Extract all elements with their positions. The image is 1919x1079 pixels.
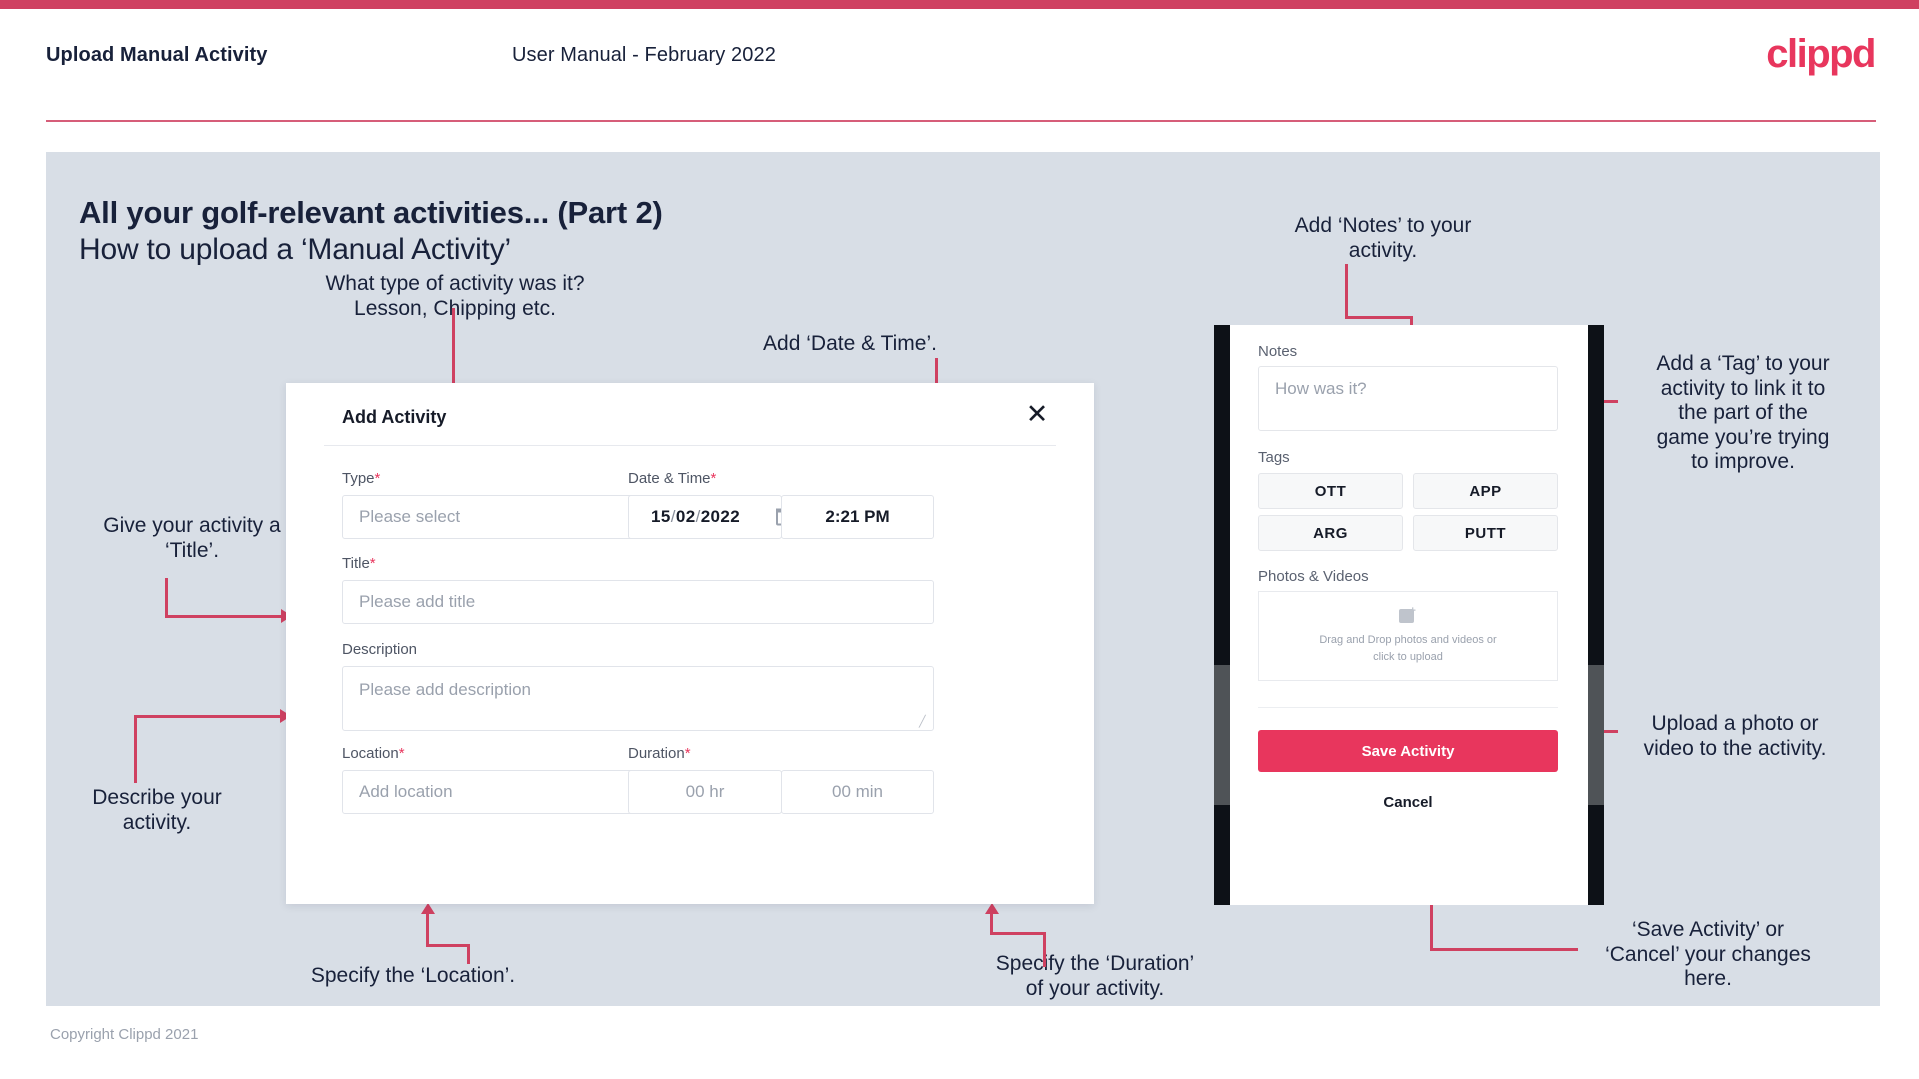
- arrow-dur-seg3: [990, 913, 993, 933]
- slide-title: All your golf-relevant activities... (Pa…: [79, 195, 663, 230]
- phone-power-button: [1588, 665, 1604, 805]
- title-required: *: [369, 555, 376, 572]
- arrow-loc-seg1: [467, 947, 470, 964]
- arrow-save-seg1: [1430, 948, 1578, 951]
- date-input[interactable]: 15/02/2022: [628, 495, 792, 539]
- title-label: Title*: [342, 555, 376, 572]
- description-placeholder: Please add description: [359, 680, 532, 699]
- annotation-save: ‘Save Activity’ or ‘Cancel’ your changes…: [1605, 918, 1811, 991]
- arrow-type-seg1: [452, 308, 455, 386]
- type-select[interactable]: Please select: [342, 495, 662, 539]
- time-input[interactable]: 2:21 PM: [781, 495, 934, 539]
- dialog-header: Add Activity ✕: [286, 383, 1094, 445]
- date-day: 15: [651, 507, 671, 526]
- arrow-desc-seg1: [134, 715, 137, 783]
- arrow-dur-head: [985, 903, 999, 914]
- type-label-text: Type: [342, 470, 375, 487]
- tags-label: Tags: [1258, 449, 1290, 466]
- date-month: 02: [675, 507, 696, 526]
- arrow-title-seg2: [165, 615, 283, 618]
- phone-divider: [1258, 707, 1558, 708]
- phone-right-bezel: [1588, 325, 1604, 905]
- location-placeholder: Add location: [359, 782, 453, 801]
- tag-button-arg[interactable]: ARG: [1258, 515, 1403, 551]
- copyright-text: Copyright Clippd 2021: [50, 1026, 199, 1043]
- save-activity-button[interactable]: Save Activity: [1258, 730, 1558, 772]
- description-textarea[interactable]: Please add description ╱: [342, 666, 934, 731]
- annotation-datetime: Add ‘Date & Time’.: [763, 332, 937, 355]
- phone-volume-buttons: [1214, 665, 1230, 805]
- duration-minutes-input[interactable]: 00 min: [781, 770, 934, 814]
- dropzone-line-2: click to upload: [1373, 650, 1443, 663]
- annotation-tags: Add a ‘Tag’ to your activity to link it …: [1656, 352, 1830, 474]
- notes-label: Notes: [1258, 343, 1298, 360]
- add-activity-dialog: Add Activity ✕ Type* Please select Date …: [286, 383, 1094, 904]
- tag-button-ott[interactable]: OTT: [1258, 473, 1403, 509]
- datetime-required: *: [710, 470, 717, 487]
- phone-screen: Notes How was it? Tags OTT APP ARG PUTT …: [1230, 325, 1588, 905]
- duration-label-text: Duration: [628, 745, 685, 762]
- arrow-loc-seg3: [426, 913, 429, 945]
- dialog-divider: [324, 445, 1056, 446]
- close-icon[interactable]: ✕: [1022, 399, 1052, 429]
- clippd-logo: clippd: [1766, 32, 1876, 76]
- annotation-photos: Upload a photo or video to the activity.: [1643, 712, 1827, 760]
- notes-textarea[interactable]: How was it?: [1258, 366, 1558, 431]
- notes-placeholder: How was it?: [1275, 379, 1367, 398]
- title-placeholder: Please add title: [359, 592, 476, 611]
- photo-upload-dropzone[interactable]: + Drag and Drop photos and videos or cli…: [1258, 591, 1558, 681]
- duration-hours-input[interactable]: 00 hr: [628, 770, 782, 814]
- dropzone-line-1: Drag and Drop photos and videos or: [1319, 634, 1497, 646]
- location-required: *: [398, 745, 405, 762]
- datetime-label: Date & Time*: [628, 470, 716, 487]
- resize-handle-icon[interactable]: ╱: [919, 717, 929, 728]
- time-value: 2:21 PM: [825, 507, 890, 526]
- arrow-dur-seg1: [1043, 935, 1046, 967]
- tag-button-app[interactable]: APP: [1413, 473, 1558, 509]
- annotation-notes: Add ‘Notes’ to your activity.: [1294, 214, 1472, 262]
- phone-left-bezel: [1214, 325, 1230, 905]
- type-placeholder: Please select: [359, 507, 461, 526]
- cancel-button[interactable]: Cancel: [1258, 787, 1558, 817]
- slide-page: Upload Manual Activity User Manual - Feb…: [0, 0, 1919, 1079]
- header-title: Upload Manual Activity: [46, 44, 268, 66]
- datetime-label-text: Date & Time: [628, 470, 711, 487]
- arrow-loc-seg2: [426, 944, 470, 947]
- type-required: *: [374, 470, 381, 487]
- duration-label: Duration*: [628, 745, 691, 762]
- annotation-duration: Specify the ‘Duration’ of your activity.: [995, 952, 1195, 1000]
- location-label: Location*: [342, 745, 405, 762]
- tag-button-putt[interactable]: PUTT: [1413, 515, 1558, 551]
- image-plus-icon: +: [1398, 606, 1418, 623]
- type-label: Type*: [342, 470, 380, 487]
- duration-required: *: [684, 745, 691, 762]
- arrow-dur-seg2: [990, 932, 1046, 935]
- header-divider: [46, 120, 1876, 122]
- slide-subtitle: How to upload a ‘Manual Activity’: [79, 233, 511, 266]
- phone-mockup: Notes How was it? Tags OTT APP ARG PUTT …: [1214, 325, 1604, 905]
- title-input[interactable]: Please add title: [342, 580, 934, 624]
- date-value: 15/02/2022: [629, 507, 740, 527]
- arrow-notes-seg1: [1345, 264, 1348, 318]
- arrow-notes-seg2: [1345, 316, 1413, 319]
- annotation-description: Describe your activity.: [92, 786, 222, 834]
- location-input[interactable]: Add location: [342, 770, 662, 814]
- header-subtitle: User Manual - February 2022: [512, 44, 776, 66]
- arrow-loc-head: [421, 903, 435, 914]
- title-label-text: Title: [342, 555, 370, 572]
- duration-hours-placeholder: 00 hr: [685, 782, 725, 801]
- arrow-title-seg1: [165, 578, 168, 618]
- date-year: 2022: [700, 507, 741, 526]
- annotation-location: Specify the ‘Location’.: [310, 964, 516, 987]
- photos-label: Photos & Videos: [1258, 568, 1369, 585]
- description-label: Description: [342, 641, 417, 658]
- arrow-desc-seg2: [134, 715, 282, 718]
- location-label-text: Location: [342, 745, 399, 762]
- dialog-title: Add Activity: [342, 407, 447, 427]
- top-accent-bar: [0, 0, 1919, 9]
- description-label-text: Description: [342, 641, 418, 658]
- annotation-type: What type of activity was it? Lesson, Ch…: [325, 272, 585, 320]
- duration-minutes-placeholder: 00 min: [831, 782, 884, 801]
